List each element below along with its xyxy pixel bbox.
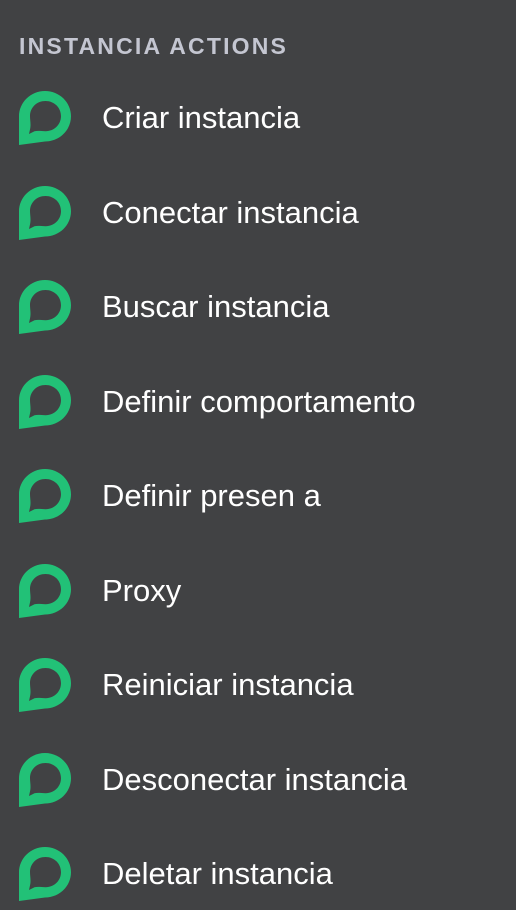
action-label: Criar instancia	[102, 100, 301, 136]
chat-bubble-icon	[18, 752, 72, 808]
chat-bubble-icon	[18, 657, 72, 713]
chat-bubble-icon	[18, 279, 72, 335]
chat-bubble-icon	[18, 846, 72, 902]
action-label: Reiniciar instancia	[102, 667, 354, 703]
action-label: Deletar instancia	[102, 856, 333, 892]
action-item-deletar-instancia[interactable]: Deletar instancia	[0, 827, 516, 910]
action-item-buscar-instancia[interactable]: Buscar instancia	[0, 260, 516, 355]
action-label: Proxy	[102, 572, 182, 608]
action-item-criar-instancia[interactable]: Criar instancia	[0, 71, 516, 166]
chat-bubble-icon	[18, 563, 72, 619]
action-item-definir-presen-a[interactable]: Definir presen a	[0, 449, 516, 544]
action-item-reiniciar-instancia[interactable]: Reiniciar instancia	[0, 638, 516, 733]
action-item-conectar-instancia[interactable]: Conectar instancia	[0, 166, 516, 261]
action-label: Conectar instancia	[102, 194, 359, 230]
action-label: Buscar instancia	[102, 289, 330, 325]
action-item-proxy[interactable]: Proxy	[0, 544, 516, 639]
action-item-definir-comportamento[interactable]: Definir comportamento	[0, 355, 516, 450]
chat-bubble-icon	[18, 185, 72, 241]
chat-bubble-icon	[18, 90, 72, 146]
action-item-desconectar-instancia[interactable]: Desconectar instancia	[0, 733, 516, 828]
chat-bubble-icon	[18, 468, 72, 524]
action-label: Definir comportamento	[102, 383, 416, 419]
actions-panel: INSTANCIA ACTIONS Criar instancia Conect…	[0, 0, 516, 910]
chat-bubble-icon	[18, 374, 72, 430]
action-label: Desconectar instancia	[102, 761, 407, 797]
action-label: Definir presen a	[102, 478, 321, 514]
action-list: Criar instancia Conectar instancia Busca…	[0, 71, 516, 910]
section-title: INSTANCIA ACTIONS	[19, 33, 289, 59]
